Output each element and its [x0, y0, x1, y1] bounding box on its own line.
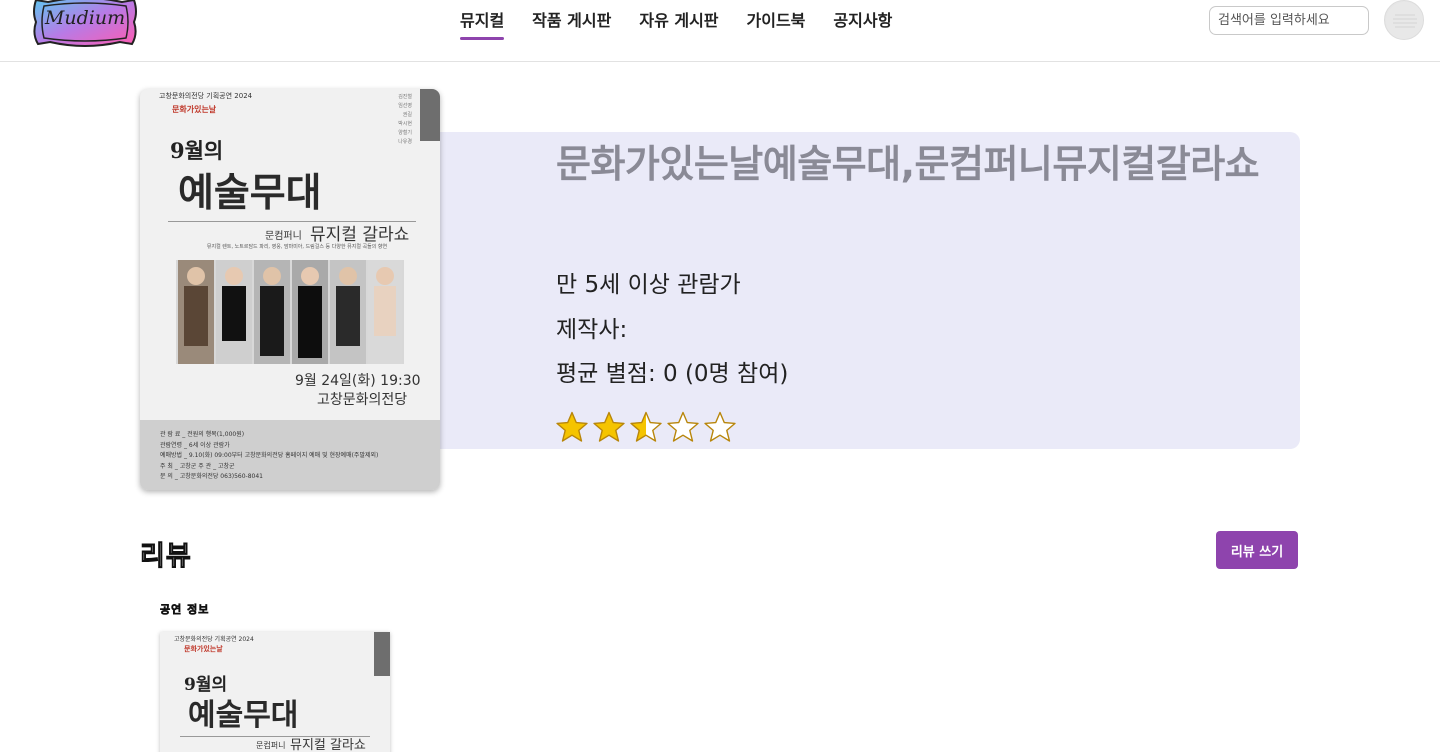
- poster-cast-list: 김진철 임선영 권길 박시현 양철기 나유경: [398, 94, 412, 145]
- search-input[interactable]: [1209, 6, 1369, 35]
- star-full-icon[interactable]: [556, 410, 588, 444]
- show-info-label: 공연 정보: [160, 603, 210, 617]
- main-nav: 뮤지컬 작품 게시판 자유 게시판 가이드북 공지사항: [460, 10, 892, 40]
- poster-month: 9월의: [170, 138, 224, 163]
- poster-date: 9월 24일(화) 19:30: [295, 373, 421, 389]
- poster-venue: 고창문화의전당: [317, 392, 408, 408]
- poster-cast-photo: [176, 260, 404, 364]
- poster-company: 문컴퍼니: [265, 231, 302, 242]
- poster-headline: 예술무대: [188, 698, 299, 733]
- poster-tagline: 뮤지컬 렌트, 노트르담드 파리, 영웅, 맘마미아, 드림걸스 등 다양한 뮤…: [206, 244, 388, 250]
- nav-item-work-board[interactable]: 작품 게시판: [532, 10, 611, 40]
- user-avatar[interactable]: [1384, 0, 1424, 40]
- age-rating: 만 5세 이상 관람가: [556, 272, 741, 298]
- poster-organizer: 고창문화의전당 기획공연 2024: [174, 636, 254, 643]
- show-title: 문화가있는날예술무대,문컴퍼니뮤지컬갈라쇼: [556, 142, 1260, 186]
- poster-company: 문컴퍼니: [256, 741, 286, 750]
- producer-label: 제작사:: [556, 317, 628, 343]
- poster-subtitle: 뮤지컬 갈라쇼: [310, 225, 410, 245]
- poster-brand: 문화가있는날: [184, 645, 223, 653]
- star-full-icon[interactable]: [593, 410, 625, 444]
- poster-details-box: 관 람 료 _ 전원의 행복(1,000원) 관람연령 _ 6세 이상 관람가 …: [140, 420, 440, 490]
- star-empty-icon[interactable]: [667, 410, 699, 444]
- poster-detail: 주 최 _ 고창군 주 관 _ 고창군: [160, 462, 235, 470]
- poster-organizer: 고창문화의전당 기획공연 2024: [159, 92, 253, 100]
- write-review-button[interactable]: 리뷰 쓰기: [1216, 531, 1298, 569]
- star-half-icon[interactable]: [630, 410, 662, 444]
- poster-subtitle: 뮤지컬 갈라쇼: [290, 738, 366, 752]
- poster-detail: 관람연령 _ 6세 이상 관람가: [160, 441, 230, 449]
- nav-item-free-board[interactable]: 자유 게시판: [639, 10, 718, 40]
- show-poster-thumbnail[interactable]: 고창문화의전당 기획공연 2024 문화가있는날 9월의 예술무대 문컴퍼니 뮤…: [160, 632, 390, 752]
- nav-item-guidebook[interactable]: 가이드북: [747, 10, 806, 40]
- logo-text: Mudium: [44, 7, 126, 29]
- nav-item-musical[interactable]: 뮤지컬: [460, 10, 505, 40]
- poster-detail: 예매방법 _ 9.10(화) 09:00부터 고창문화의전당 홈페이지 예매 및…: [160, 452, 379, 459]
- review-heading: 리뷰: [140, 541, 192, 573]
- site-header: Mudium 뮤지컬 작품 게시판 자유 게시판 가이드북 공지사항: [0, 0, 1440, 62]
- show-poster: 고창문화의전당 기획공연 2024 문화가있는날 김진철 임선영 권길 박시현 …: [140, 89, 440, 490]
- average-rating: 평균 별점: 0 (0명 참여): [556, 361, 789, 387]
- poster-side-bar: [374, 632, 390, 676]
- poster-headline: 예술무대: [178, 170, 322, 216]
- mudium-logo[interactable]: Mudium: [30, 0, 140, 48]
- poster-detail: 문 의 _ 고창문화의전당 063)560-8041: [160, 473, 263, 480]
- poster-detail: 관 람 료 _ 전원의 행복(1,000원): [160, 431, 245, 438]
- nav-item-notice[interactable]: 공지사항: [833, 10, 892, 40]
- avatar-icon: [1386, 2, 1423, 39]
- poster-side-bar: [420, 89, 440, 141]
- poster-brand: 문화가있는날: [172, 105, 217, 114]
- star-rating[interactable]: [556, 410, 736, 444]
- star-empty-icon[interactable]: [704, 410, 736, 444]
